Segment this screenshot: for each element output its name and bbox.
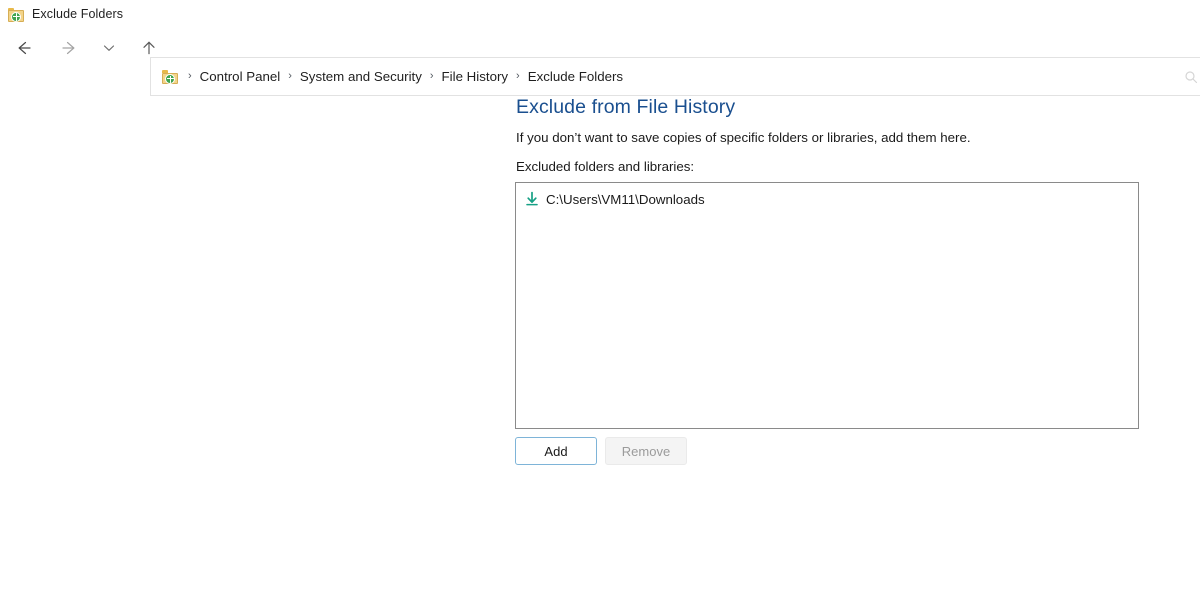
breadcrumb-separator: › xyxy=(283,71,297,82)
listbox-actions: Add Remove xyxy=(515,437,1145,465)
window-title: Exclude Folders xyxy=(32,7,123,21)
breadcrumb-separator: › xyxy=(425,71,439,82)
excluded-folders-listbox[interactable]: C:\Users\VM11\Downloads xyxy=(515,182,1139,429)
add-button[interactable]: Add xyxy=(515,437,597,465)
search-icon[interactable] xyxy=(1184,70,1200,84)
folder-globe-icon xyxy=(8,6,25,23)
page-title: Exclude from File History xyxy=(516,96,1145,119)
excluded-folder-path: C:\Users\VM11\Downloads xyxy=(546,192,705,207)
forward-arrow-icon[interactable] xyxy=(52,31,86,65)
excluded-list-label: Excluded folders and libraries: xyxy=(516,159,1145,174)
breadcrumb-separator: › xyxy=(511,71,525,82)
navigation-bar: › Control Panel › System and Security › … xyxy=(0,28,1200,68)
address-bar[interactable]: › Control Panel › System and Security › … xyxy=(150,57,1200,96)
main-content: Exclude from File History If you don’t w… xyxy=(515,96,1145,465)
breadcrumb-separator: › xyxy=(183,71,197,82)
breadcrumb-folder-globe-icon xyxy=(162,68,179,85)
chevron-down-icon[interactable] xyxy=(96,31,122,65)
download-arrow-icon xyxy=(524,191,540,207)
breadcrumb-item-exclude-folders[interactable]: Exclude Folders xyxy=(525,67,626,86)
breadcrumb-item-system-and-security[interactable]: System and Security xyxy=(297,67,425,86)
window-titlebar: Exclude Folders xyxy=(0,0,1200,28)
list-item[interactable]: C:\Users\VM11\Downloads xyxy=(516,188,1138,210)
breadcrumb-item-file-history[interactable]: File History xyxy=(439,67,512,86)
remove-button[interactable]: Remove xyxy=(605,437,687,465)
page-description: If you don’t want to save copies of spec… xyxy=(516,130,1145,145)
breadcrumb-item-control-panel[interactable]: Control Panel xyxy=(197,67,284,86)
back-arrow-icon[interactable] xyxy=(7,31,41,65)
